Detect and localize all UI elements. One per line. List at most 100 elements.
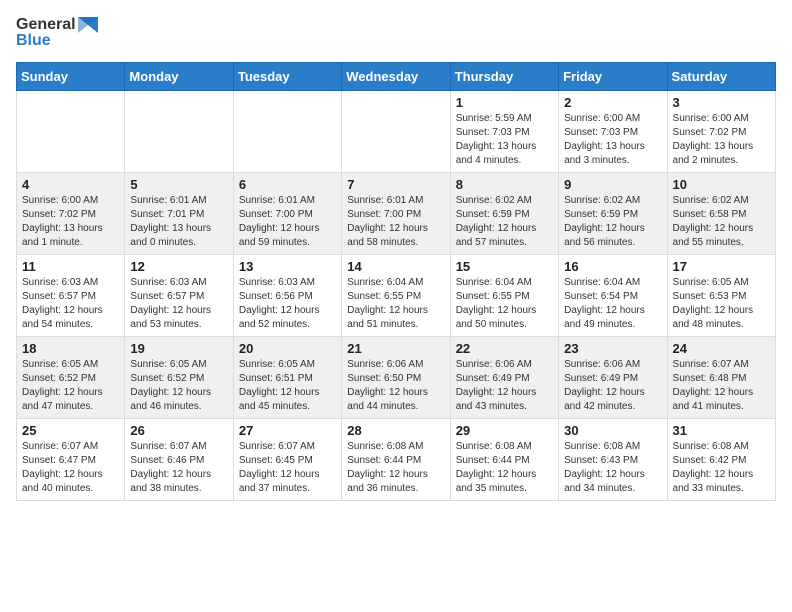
weekday-header-saturday: Saturday <box>667 63 775 91</box>
day-cell-24: 24Sunrise: 6:07 AMSunset: 6:48 PMDayligh… <box>667 337 775 419</box>
week-row-4: 18 Sunrise: 6:05 AMSunset: 6:52 PMDayligh… <box>17 337 776 419</box>
logo-arrow-icon <box>78 17 98 33</box>
day-info-10: Sunrise: 6:02 AMSunset: 6:58 PMDaylight:… <box>673 194 770 250</box>
day-info-6: Sunrise: 6:01 AMSunset: 7:00 PMDaylight:… <box>239 194 336 250</box>
day-cell-20: 20 Sunrise: 6:05 AMSunset: 6:51 PMDayligh… <box>233 337 341 419</box>
day-number-15: 15 <box>456 259 553 274</box>
day-info-2: Sunrise: 6:00 AMSunset: 7:03 PMDaylight:… <box>564 112 661 168</box>
day-info-4: Sunrise: 6:00 AMSunset: 7:02 PMDaylight:… <box>22 194 119 250</box>
day-info-16: Sunrise: 6:04 AMSunset: 6:54 PMDaylight:… <box>564 276 661 332</box>
day-cell-6: 6 Sunrise: 6:01 AMSunset: 7:00 PMDaylight… <box>233 173 341 255</box>
day-info-31: Sunrise: 6:08 AMSunset: 6:42 PMDaylight:… <box>673 440 770 496</box>
week-row-2: 4 Sunrise: 6:00 AMSunset: 7:02 PMDaylight… <box>17 173 776 255</box>
day-cell-7: 7 Sunrise: 6:01 AMSunset: 7:00 PMDaylight… <box>342 173 450 255</box>
day-number-16: 16 <box>564 259 661 274</box>
day-info-30: Sunrise: 6:08 AMSunset: 6:43 PMDaylight:… <box>564 440 661 496</box>
day-number-17: 17 <box>673 259 770 274</box>
day-cell-21: 21 Sunrise: 6:06 AMSunset: 6:50 PMDayligh… <box>342 337 450 419</box>
day-number-8: 8 <box>456 177 553 192</box>
day-number-14: 14 <box>347 259 444 274</box>
logo-blue-text: Blue <box>16 32 51 50</box>
day-number-19: 19 <box>130 341 227 356</box>
day-number-13: 13 <box>239 259 336 274</box>
day-number-24: 24 <box>673 341 770 356</box>
day-info-21: Sunrise: 6:06 AMSunset: 6:50 PMDaylight:… <box>347 358 444 414</box>
day-cell-23: 23 Sunrise: 6:06 AMSunset: 6:49 PMDayligh… <box>559 337 667 419</box>
day-cell-16: 16 Sunrise: 6:04 AMSunset: 6:54 PMDayligh… <box>559 255 667 337</box>
day-number-31: 31 <box>673 423 770 438</box>
day-number-7: 7 <box>347 177 444 192</box>
empty-cell <box>233 91 341 173</box>
day-number-27: 27 <box>239 423 336 438</box>
day-number-9: 9 <box>564 177 661 192</box>
day-number-12: 12 <box>130 259 227 274</box>
weekday-header-monday: Monday <box>125 63 233 91</box>
page-header: General Blue <box>16 16 776 50</box>
day-info-12: Sunrise: 6:03 AMSunset: 6:57 PMDaylight:… <box>130 276 227 332</box>
day-number-18: 18 <box>22 341 119 356</box>
day-number-22: 22 <box>456 341 553 356</box>
weekday-header-friday: Friday <box>559 63 667 91</box>
day-info-15: Sunrise: 6:04 AMSunset: 6:55 PMDaylight:… <box>456 276 553 332</box>
day-cell-15: 15 Sunrise: 6:04 AMSunset: 6:55 PMDayligh… <box>450 255 558 337</box>
day-info-17: Sunrise: 6:05 AMSunset: 6:53 PMDaylight:… <box>673 276 770 332</box>
day-info-25: Sunrise: 6:07 AMSunset: 6:47 PMDaylight:… <box>22 440 119 496</box>
day-number-30: 30 <box>564 423 661 438</box>
day-number-23: 23 <box>564 341 661 356</box>
day-cell-9: 9 Sunrise: 6:02 AMSunset: 6:59 PMDaylight… <box>559 173 667 255</box>
day-number-20: 20 <box>239 341 336 356</box>
day-info-9: Sunrise: 6:02 AMSunset: 6:59 PMDaylight:… <box>564 194 661 250</box>
day-cell-1: 1Sunrise: 5:59 AMSunset: 7:03 PMDaylight… <box>450 91 558 173</box>
day-cell-22: 22 Sunrise: 6:06 AMSunset: 6:49 PMDayligh… <box>450 337 558 419</box>
day-info-23: Sunrise: 6:06 AMSunset: 6:49 PMDaylight:… <box>564 358 661 414</box>
weekday-header-thursday: Thursday <box>450 63 558 91</box>
day-number-5: 5 <box>130 177 227 192</box>
empty-cell <box>17 91 125 173</box>
day-cell-14: 14Sunrise: 6:04 AMSunset: 6:55 PMDayligh… <box>342 255 450 337</box>
empty-cell <box>125 91 233 173</box>
day-info-8: Sunrise: 6:02 AMSunset: 6:59 PMDaylight:… <box>456 194 553 250</box>
day-number-26: 26 <box>130 423 227 438</box>
day-number-10: 10 <box>673 177 770 192</box>
logo: General Blue <box>16 16 98 50</box>
day-cell-31: 31 Sunrise: 6:08 AMSunset: 6:42 PMDayligh… <box>667 419 775 501</box>
day-cell-4: 4 Sunrise: 6:00 AMSunset: 7:02 PMDaylight… <box>17 173 125 255</box>
day-info-26: Sunrise: 6:07 AMSunset: 6:46 PMDaylight:… <box>130 440 227 496</box>
day-number-1: 1 <box>456 95 553 110</box>
weekday-header-row: SundayMondayTuesdayWednesdayThursdayFrid… <box>17 63 776 91</box>
day-cell-29: 29Sunrise: 6:08 AMSunset: 6:44 PMDayligh… <box>450 419 558 501</box>
day-number-6: 6 <box>239 177 336 192</box>
day-cell-19: 19 Sunrise: 6:05 AMSunset: 6:52 PMDayligh… <box>125 337 233 419</box>
day-info-3: Sunrise: 6:00 AMSunset: 7:02 PMDaylight:… <box>673 112 770 168</box>
day-info-7: Sunrise: 6:01 AMSunset: 7:00 PMDaylight:… <box>347 194 444 250</box>
day-info-27: Sunrise: 6:07 AMSunset: 6:45 PMDaylight:… <box>239 440 336 496</box>
day-number-25: 25 <box>22 423 119 438</box>
day-cell-28: 28Sunrise: 6:08 AMSunset: 6:44 PMDayligh… <box>342 419 450 501</box>
day-cell-26: 26 Sunrise: 6:07 AMSunset: 6:46 PMDayligh… <box>125 419 233 501</box>
day-cell-17: 17 Sunrise: 6:05 AMSunset: 6:53 PMDayligh… <box>667 255 775 337</box>
day-cell-2: 2 Sunrise: 6:00 AMSunset: 7:03 PMDaylight… <box>559 91 667 173</box>
day-info-22: Sunrise: 6:06 AMSunset: 6:49 PMDaylight:… <box>456 358 553 414</box>
week-row-5: 25 Sunrise: 6:07 AMSunset: 6:47 PMDayligh… <box>17 419 776 501</box>
day-number-2: 2 <box>564 95 661 110</box>
day-info-20: Sunrise: 6:05 AMSunset: 6:51 PMDaylight:… <box>239 358 336 414</box>
day-cell-11: 11Sunrise: 6:03 AMSunset: 6:57 PMDayligh… <box>17 255 125 337</box>
day-cell-25: 25 Sunrise: 6:07 AMSunset: 6:47 PMDayligh… <box>17 419 125 501</box>
day-cell-27: 27 Sunrise: 6:07 AMSunset: 6:45 PMDayligh… <box>233 419 341 501</box>
day-cell-18: 18Sunrise: 6:05 AMSunset: 6:52 PMDayligh… <box>17 337 125 419</box>
day-cell-8: 8 Sunrise: 6:02 AMSunset: 6:59 PMDaylight… <box>450 173 558 255</box>
day-info-29: Sunrise: 6:08 AMSunset: 6:44 PMDaylight:… <box>456 440 553 496</box>
day-number-21: 21 <box>347 341 444 356</box>
day-cell-3: 3Sunrise: 6:00 AMSunset: 7:02 PMDaylight… <box>667 91 775 173</box>
weekday-header-tuesday: Tuesday <box>233 63 341 91</box>
day-cell-5: 5Sunrise: 6:01 AMSunset: 7:01 PMDaylight… <box>125 173 233 255</box>
day-number-4: 4 <box>22 177 119 192</box>
day-info-19: Sunrise: 6:05 AMSunset: 6:52 PMDaylight:… <box>130 358 227 414</box>
day-cell-13: 13Sunrise: 6:03 AMSunset: 6:56 PMDayligh… <box>233 255 341 337</box>
week-row-3: 11Sunrise: 6:03 AMSunset: 6:57 PMDayligh… <box>17 255 776 337</box>
day-info-11: Sunrise: 6:03 AMSunset: 6:57 PMDaylight:… <box>22 276 119 332</box>
day-cell-30: 30 Sunrise: 6:08 AMSunset: 6:43 PMDayligh… <box>559 419 667 501</box>
weekday-header-wednesday: Wednesday <box>342 63 450 91</box>
weekday-header-sunday: Sunday <box>17 63 125 91</box>
day-cell-12: 12 Sunrise: 6:03 AMSunset: 6:57 PMDayligh… <box>125 255 233 337</box>
